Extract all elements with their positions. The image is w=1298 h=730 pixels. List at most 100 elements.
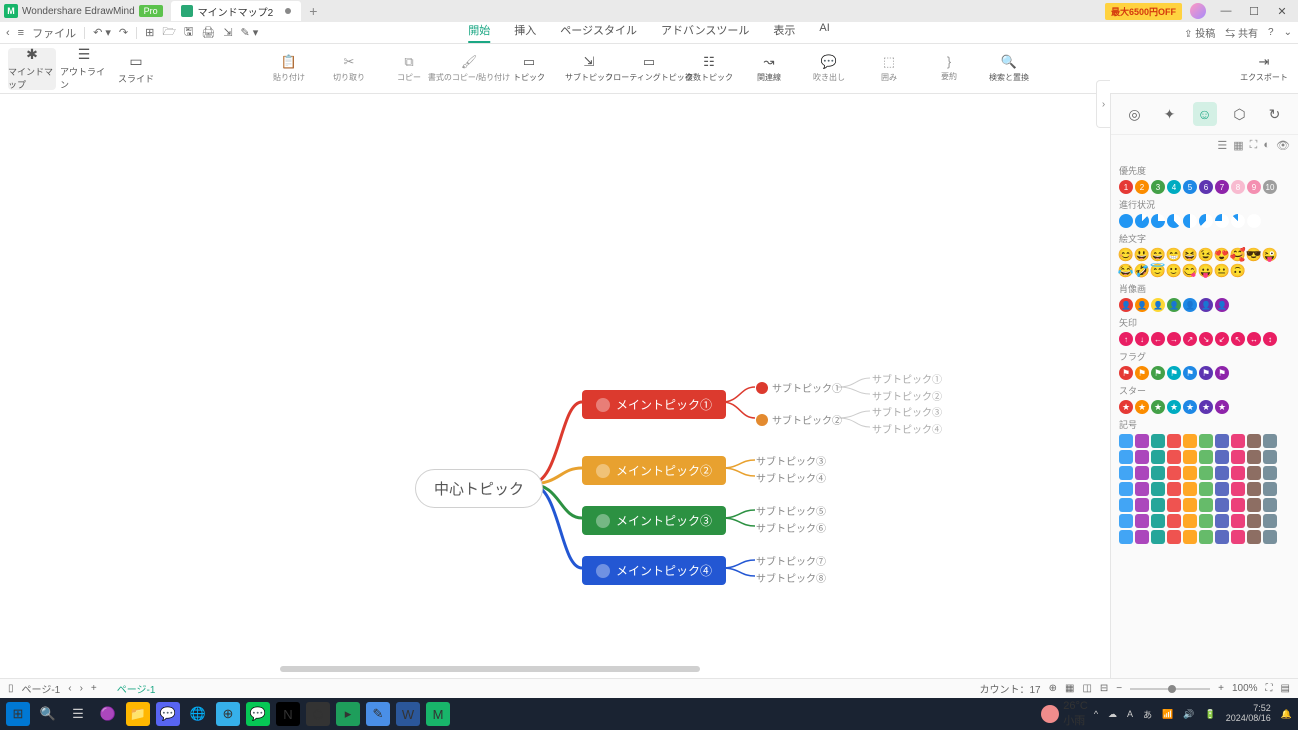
symbol-7[interactable] xyxy=(1231,434,1245,448)
symbol-8[interactable] xyxy=(1247,434,1261,448)
symbol-0[interactable] xyxy=(1119,434,1133,448)
symbol-30[interactable] xyxy=(1119,482,1133,496)
page-prev[interactable]: ‹ xyxy=(68,683,71,694)
explorer-icon[interactable]: 📁 xyxy=(126,702,150,726)
sb-more-icon[interactable]: ▤ xyxy=(1281,683,1290,694)
priority-9[interactable]: 9 xyxy=(1247,180,1261,194)
sidepanel-toggle[interactable]: › xyxy=(1096,80,1110,128)
floating-topic-button[interactable]: ▭フローティングトピック xyxy=(623,54,675,83)
symbol-45[interactable] xyxy=(1199,498,1213,512)
fullscreen-icon[interactable]: ⛶ xyxy=(1266,683,1273,694)
symbol-64[interactable] xyxy=(1183,530,1197,544)
share-button[interactable]: ⇆ 共有 xyxy=(1225,25,1258,40)
print-button[interactable]: 🖨 xyxy=(201,26,215,39)
portrait-1[interactable]: 👤 xyxy=(1135,298,1149,312)
paste-button[interactable]: 📋貼り付け xyxy=(263,54,315,83)
symbol-60[interactable] xyxy=(1119,530,1133,544)
symbol-29[interactable] xyxy=(1263,466,1277,480)
symbol-49[interactable] xyxy=(1263,498,1277,512)
priority-2[interactable]: 2 xyxy=(1135,180,1149,194)
main-topic-1[interactable]: メイントピック① xyxy=(582,390,726,419)
symbol-10[interactable] xyxy=(1119,450,1133,464)
horizontal-scrollbar[interactable] xyxy=(0,666,1110,674)
view-mindmap-button[interactable]: ✱マインドマップ xyxy=(8,48,56,90)
progress-2[interactable] xyxy=(1151,214,1165,228)
close-button[interactable]: ✕ xyxy=(1270,5,1294,18)
symbol-54[interactable] xyxy=(1183,514,1197,528)
arrow-5[interactable]: ↘ xyxy=(1199,332,1213,346)
sp-tab-history-icon[interactable]: ↻ xyxy=(1263,102,1287,126)
priority-10[interactable]: 10 xyxy=(1263,180,1277,194)
symbol-27[interactable] xyxy=(1231,466,1245,480)
canvas[interactable]: 中心トピック メイントピック① メイントピック② メイントピック③ メイントピッ… xyxy=(0,94,1110,678)
tab-start[interactable]: 開始 xyxy=(468,22,490,43)
zoom-out[interactable]: − xyxy=(1116,683,1122,694)
symbol-56[interactable] xyxy=(1215,514,1229,528)
symbol-53[interactable] xyxy=(1167,514,1181,528)
symbol-52[interactable] xyxy=(1151,514,1165,528)
tray-battery-icon[interactable]: 🔋 xyxy=(1205,709,1216,720)
emoji-14[interactable]: 😋 xyxy=(1183,264,1197,278)
emoji-12[interactable]: 😇 xyxy=(1151,264,1165,278)
arrow-9[interactable]: ↕ xyxy=(1263,332,1277,346)
progress-3[interactable] xyxy=(1167,214,1181,228)
symbol-41[interactable] xyxy=(1135,498,1149,512)
star-1[interactable]: ★ xyxy=(1135,400,1149,414)
word-icon[interactable]: W xyxy=(396,702,420,726)
emoji-2[interactable]: 😄 xyxy=(1151,248,1165,262)
symbol-2[interactable] xyxy=(1151,434,1165,448)
search-replace-button[interactable]: 🔍検索と置換 xyxy=(983,54,1035,83)
symbol-18[interactable] xyxy=(1247,450,1261,464)
symbol-23[interactable] xyxy=(1167,466,1181,480)
progress-5[interactable] xyxy=(1199,214,1213,228)
progress-7[interactable] xyxy=(1231,214,1245,228)
priority-3[interactable]: 3 xyxy=(1151,180,1165,194)
share-quick-button[interactable]: ✎ ▾ xyxy=(241,26,259,39)
sub-topic-1[interactable]: サブトピック① xyxy=(756,380,842,395)
zoom-slider[interactable] xyxy=(1130,688,1210,690)
progress-4[interactable] xyxy=(1183,214,1197,228)
open-button[interactable]: 🗁 xyxy=(162,23,176,42)
weather-widget[interactable]: 26°C 小雨 xyxy=(1041,700,1088,728)
sp-tab-style-icon[interactable]: ◎ xyxy=(1123,102,1147,126)
relation-button[interactable]: ↝関連線 xyxy=(743,54,795,83)
line-icon[interactable]: 💬 xyxy=(246,702,270,726)
sub-topic-3[interactable]: サブトピック③ xyxy=(756,453,826,468)
app-icon-3[interactable]: ✎ xyxy=(366,702,390,726)
symbol-59[interactable] xyxy=(1263,514,1277,528)
symbol-9[interactable] xyxy=(1263,434,1277,448)
symbol-6[interactable] xyxy=(1215,434,1229,448)
sb-icon-4[interactable]: ⊟ xyxy=(1100,683,1108,694)
chrome-icon[interactable]: 🌐 xyxy=(186,702,210,726)
flag-3[interactable]: ⚑ xyxy=(1167,366,1181,380)
priority-8[interactable]: 8 xyxy=(1231,180,1245,194)
sp-eye-icon[interactable]: 👁 xyxy=(1276,139,1290,152)
sp-tab-ai-icon[interactable]: ✦ xyxy=(1158,102,1182,126)
leaf-3[interactable]: サブトピック③ xyxy=(872,404,942,419)
obs-icon[interactable]: ◉ xyxy=(306,702,330,726)
sub-topic-4[interactable]: サブトピック④ xyxy=(756,470,826,485)
symbol-40[interactable] xyxy=(1119,498,1133,512)
user-avatar[interactable] xyxy=(1190,3,1206,19)
symbol-57[interactable] xyxy=(1231,514,1245,528)
symbol-28[interactable] xyxy=(1247,466,1261,480)
symbol-19[interactable] xyxy=(1263,450,1277,464)
post-button[interactable]: ⇪ 投稿 xyxy=(1184,25,1215,40)
arrow-1[interactable]: ↓ xyxy=(1135,332,1149,346)
tray-kana-icon[interactable]: あ xyxy=(1143,708,1152,721)
tab-ai[interactable]: AI xyxy=(819,22,829,43)
notification-icon[interactable]: 🔔 xyxy=(1281,709,1292,720)
symbol-48[interactable] xyxy=(1247,498,1261,512)
sp-tab-marks-icon[interactable]: ☺ xyxy=(1193,102,1217,126)
emoji-15[interactable]: 😛 xyxy=(1199,264,1213,278)
symbol-1[interactable] xyxy=(1135,434,1149,448)
symbol-34[interactable] xyxy=(1183,482,1197,496)
progress-0[interactable] xyxy=(1119,214,1133,228)
portrait-0[interactable]: 👤 xyxy=(1119,298,1133,312)
search-taskbar-icon[interactable]: 🔍 xyxy=(36,702,60,726)
sb-icon-1[interactable]: ⊕ xyxy=(1049,683,1057,694)
symbol-11[interactable] xyxy=(1135,450,1149,464)
symbol-26[interactable] xyxy=(1215,466,1229,480)
start-button[interactable]: ⊞ xyxy=(6,702,30,726)
symbol-62[interactable] xyxy=(1151,530,1165,544)
